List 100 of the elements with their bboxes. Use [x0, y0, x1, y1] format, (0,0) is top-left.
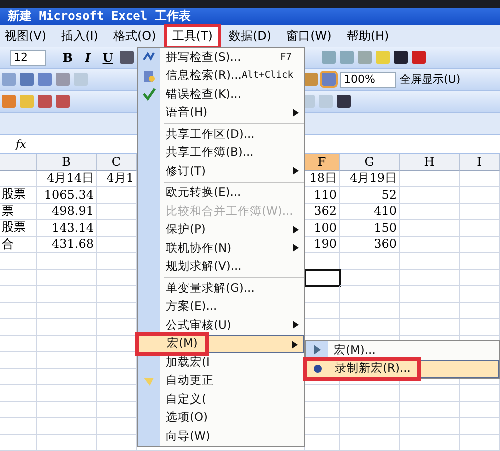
table-cell: 143.14 [37, 220, 97, 236]
menu-title[interactable]: 格式(O) [108, 26, 162, 46]
align-icon[interactable] [120, 51, 134, 64]
shortcut-label: Alt+Click [242, 70, 294, 82]
column-header[interactable]: H [400, 154, 460, 170]
preview-icon[interactable] [2, 73, 16, 86]
table-cell [460, 270, 500, 286]
zoom-field[interactable]: 100% [340, 72, 396, 88]
menu-title[interactable]: 数据(D) [224, 26, 277, 46]
menu-item[interactable]: 共享工作簿(B)... [138, 144, 304, 162]
table-cell [340, 286, 400, 302]
menu-item[interactable]: 保护(P) [138, 220, 304, 239]
table-cell [0, 368, 37, 385]
column-header[interactable]: B [37, 154, 97, 170]
shortcut-label: F7 [280, 52, 293, 63]
menu-item[interactable]: 自动更正 [138, 372, 304, 390]
drawing-icon[interactable] [322, 73, 336, 86]
indent-icon[interactable] [340, 51, 354, 64]
table-cell [0, 418, 37, 434]
menu-item[interactable]: 拼写检查(S)... F7 [138, 48, 304, 66]
table-cell [0, 319, 37, 336]
table-cell [400, 236, 460, 253]
column-header[interactable] [0, 154, 37, 170]
table-cell [340, 302, 400, 319]
font-color-icon[interactable] [412, 51, 426, 64]
menu-item[interactable]: 录制新宏(R)... [306, 360, 499, 378]
indent-icon[interactable] [322, 51, 336, 64]
table-cell [0, 336, 37, 352]
menu-item[interactable]: 语音(H) [138, 104, 304, 122]
menu-item[interactable]: 公式审核(U) [138, 316, 304, 334]
table-cell [0, 302, 37, 319]
table-icon[interactable] [38, 95, 52, 108]
menu-item[interactable]: 自定义( [138, 390, 304, 408]
column-header[interactable]: C [97, 154, 137, 170]
table-cell: 股票 [0, 220, 37, 236]
menu-item[interactable]: 修订(T) [138, 162, 304, 180]
column-header[interactable]: F [305, 154, 340, 170]
menu-item[interactable]: 共享工作区(D)... [138, 125, 304, 144]
table-cell [460, 385, 500, 402]
menu-item[interactable]: 宏(M)... [306, 341, 499, 360]
table-cell: 合 [0, 236, 37, 253]
table-cell [400, 187, 460, 204]
border-icon[interactable] [358, 51, 372, 64]
play-icon [312, 344, 322, 356]
table-cell [37, 385, 97, 402]
table-cell [400, 220, 460, 236]
table-cell [460, 302, 500, 319]
table-icon[interactable] [56, 95, 70, 108]
menu-item[interactable]: 欧元转换(E)... [138, 184, 304, 202]
active-cell[interactable] [305, 270, 340, 286]
menu-title[interactable]: 帮助(H) [342, 26, 394, 46]
format-button[interactable]: B [60, 50, 76, 66]
menu-item[interactable]: 规划求解(V)... [138, 258, 304, 276]
function-label[interactable]: fx [16, 138, 26, 150]
table-cell [400, 204, 460, 220]
table-cell: 360 [340, 236, 400, 253]
submenu-arrow-icon [293, 321, 299, 329]
book-icon[interactable] [38, 73, 52, 86]
menu-item[interactable]: 方案(E)... [138, 298, 304, 316]
table-cell: 410 [340, 204, 400, 220]
menu-item[interactable]: 单变量求解(G)... [138, 279, 304, 298]
full-screen-label[interactable]: 全屏显示(U) [400, 72, 461, 87]
check-icon[interactable] [20, 73, 34, 86]
menu-title[interactable]: 视图(V) [0, 26, 52, 46]
cut-icon[interactable] [56, 73, 70, 86]
fill-color-icon[interactable] [376, 51, 390, 64]
table-cell [340, 402, 400, 418]
menu-item[interactable]: 加载宏(I [138, 353, 304, 372]
window-title: 新建 Microsoft Excel 工作表 [8, 8, 191, 25]
table-cell [460, 434, 500, 451]
copy-icon[interactable] [74, 73, 88, 86]
table-cell [340, 253, 400, 270]
menu-item[interactable]: 选项(O) [138, 408, 304, 427]
table-cell [400, 253, 460, 270]
table-cell [0, 352, 37, 368]
folder-icon[interactable] [20, 95, 34, 108]
format-button[interactable]: I [80, 50, 96, 66]
table-cell [0, 402, 37, 418]
check-mark-icon [142, 87, 156, 102]
table-cell [37, 286, 97, 302]
menu-item[interactable]: 联机协作(N) [138, 239, 304, 258]
grid-icon[interactable] [394, 51, 408, 64]
format-button[interactable]: U [100, 50, 116, 66]
menu-title[interactable]: 插入(I) [56, 26, 104, 46]
font-size-field[interactable]: 12 [10, 50, 46, 66]
menu-item[interactable]: 宏(M) [138, 334, 304, 353]
table-cell [460, 253, 500, 270]
menu-title[interactable]: 窗口(W) [282, 26, 337, 46]
table-cell [340, 270, 400, 286]
table-cell [0, 253, 37, 270]
table-cell [37, 368, 97, 385]
menu-item[interactable]: 错误检查(K)... [138, 85, 304, 104]
column-header[interactable]: I [460, 154, 500, 170]
chart-icon[interactable] [304, 73, 318, 86]
table-cell [460, 204, 500, 220]
menu-item[interactable]: 向导(W) [138, 427, 304, 446]
column-header[interactable]: G [340, 154, 400, 170]
link-icon[interactable] [337, 95, 351, 108]
menu-title[interactable]: 工具(T) [166, 26, 219, 46]
menu-item[interactable]: 信息检索(R)...Alt+Click [138, 66, 304, 85]
